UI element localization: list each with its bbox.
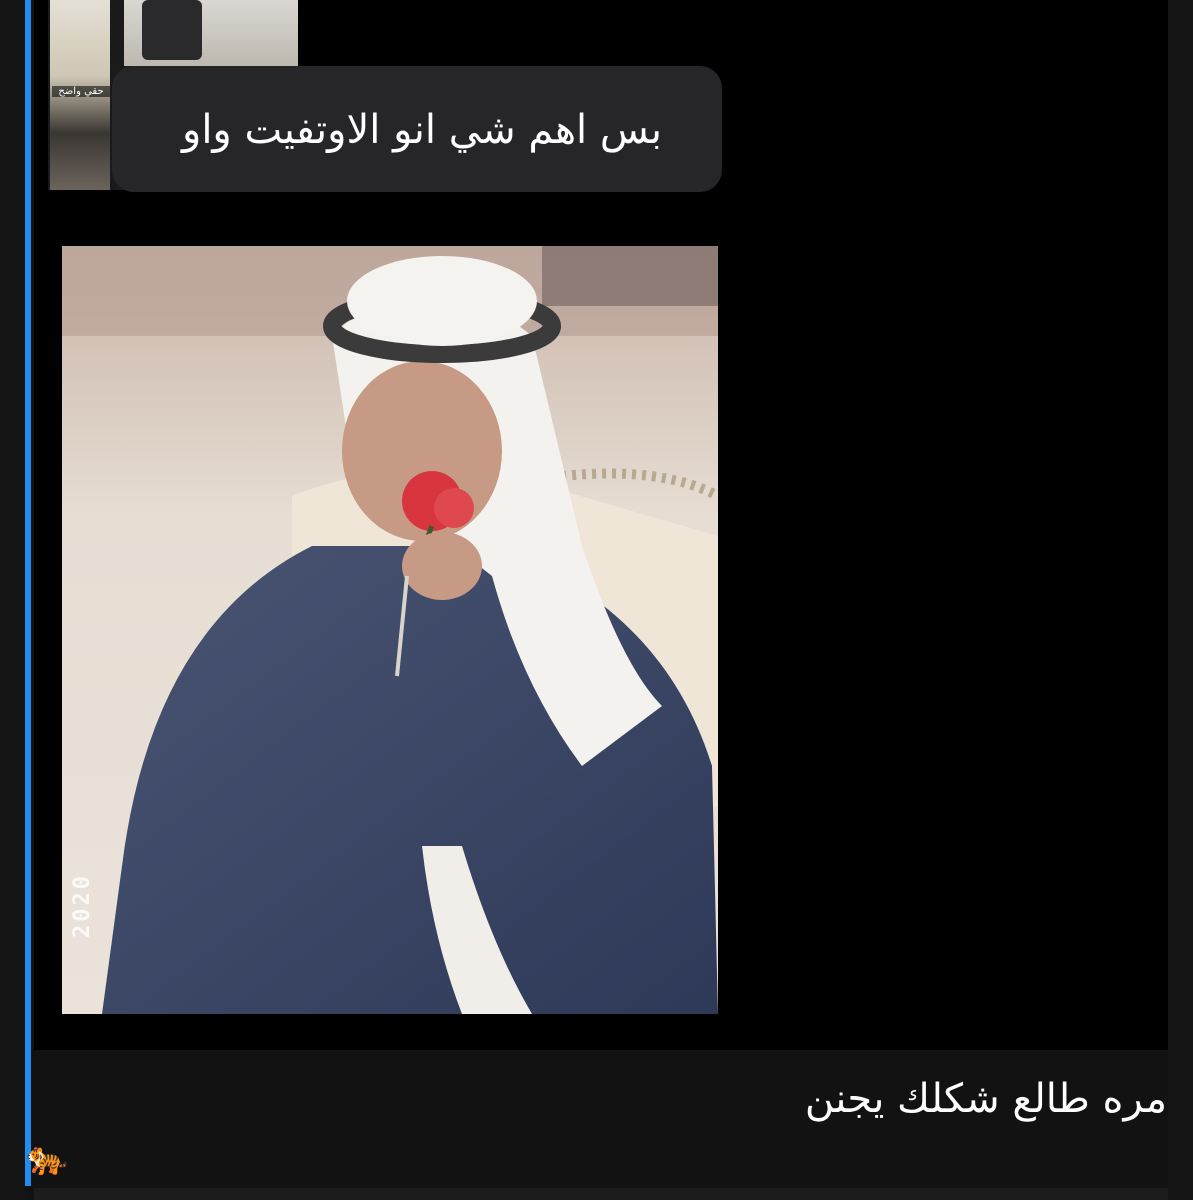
story-thumbnail-caption: حقي واضح: [52, 86, 110, 97]
chat-screen: حقي واضح بس اهم شي انو الاوتفيت واو 2020…: [0, 0, 1193, 1200]
reply-thread-line: [25, 0, 31, 1186]
message-bubble[interactable]: بس اهم شي انو الاوتفيت واو: [112, 66, 722, 192]
right-margin: [1168, 0, 1193, 1200]
photo-date-stamp: 2020: [70, 873, 95, 938]
tiger-emoji-icon: 🐅: [26, 1138, 69, 1178]
reply-text: مره طالع شكلك يجنن: [804, 1076, 1167, 1122]
left-margin: [0, 0, 25, 1200]
thumbnail-figure: [142, 0, 202, 60]
message-text: بس اهم شي انو الاوتفيت واو: [182, 107, 662, 153]
photo-illustration: [62, 246, 718, 1014]
next-message-edge: [34, 1188, 1168, 1200]
story-thumbnail-image-secondary: [124, 0, 298, 66]
attached-photo[interactable]: [62, 246, 718, 1014]
